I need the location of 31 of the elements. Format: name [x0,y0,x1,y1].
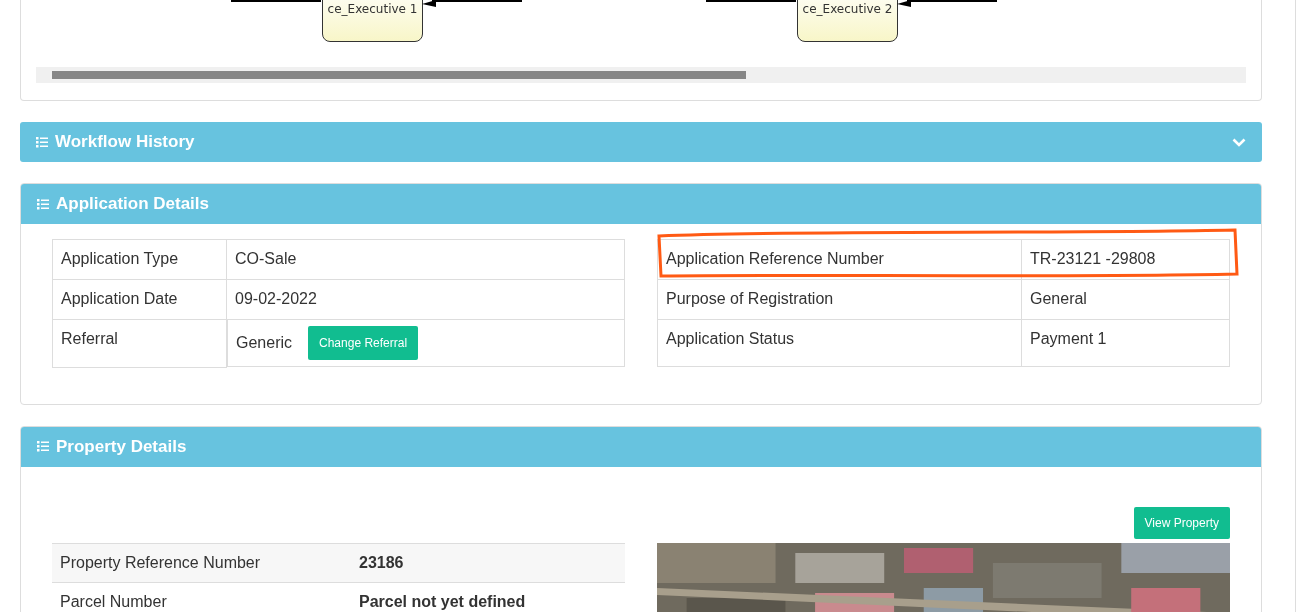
workflow-node: ce_Executive 1 [322,0,423,42]
panel-title: Application Details [56,193,210,216]
change-referral-button[interactable]: Change Referral [308,326,419,360]
panel-header[interactable]: Workflow History [20,122,1262,162]
table-cell: Application Type [52,239,227,280]
list-icon [37,441,49,452]
chevron-down-icon [1232,137,1246,147]
table-cell-text: Generic [236,333,293,353]
table-cell: 09-02-2022 [226,279,625,320]
table-cell: Payment 1 [1021,319,1230,367]
view-property-button[interactable]: View Property [1133,506,1230,539]
table-cell: CO-Sale [226,239,625,280]
table-cell: Referral [52,319,227,367]
list-icon [36,136,48,148]
table-cell: General [1021,279,1230,320]
list-icon [37,198,49,210]
table-cell: TR-23121 -29808 [1021,239,1230,280]
workflow-node: ce_Executive 2 [797,0,898,42]
table-cell: Parcel not yet defined [351,582,625,612]
table-cell: Application Status [657,319,1022,367]
table-cell: Application Reference Number [657,239,1022,280]
table-cell: Application Date [52,279,227,320]
panel-header[interactable]: Property Details [21,426,1261,467]
panel-header[interactable]: Application Details [21,184,1261,224]
table-cell: Purpose of Registration [657,279,1022,320]
panel-title: Workflow History [55,131,195,154]
table-cell: Property Reference Number [52,543,351,582]
scrollbar-thumb[interactable] [52,71,746,79]
table-cell: 23186 [351,543,625,582]
panel-title: Property Details [56,435,187,458]
table-cell: Parcel Number [52,582,351,612]
